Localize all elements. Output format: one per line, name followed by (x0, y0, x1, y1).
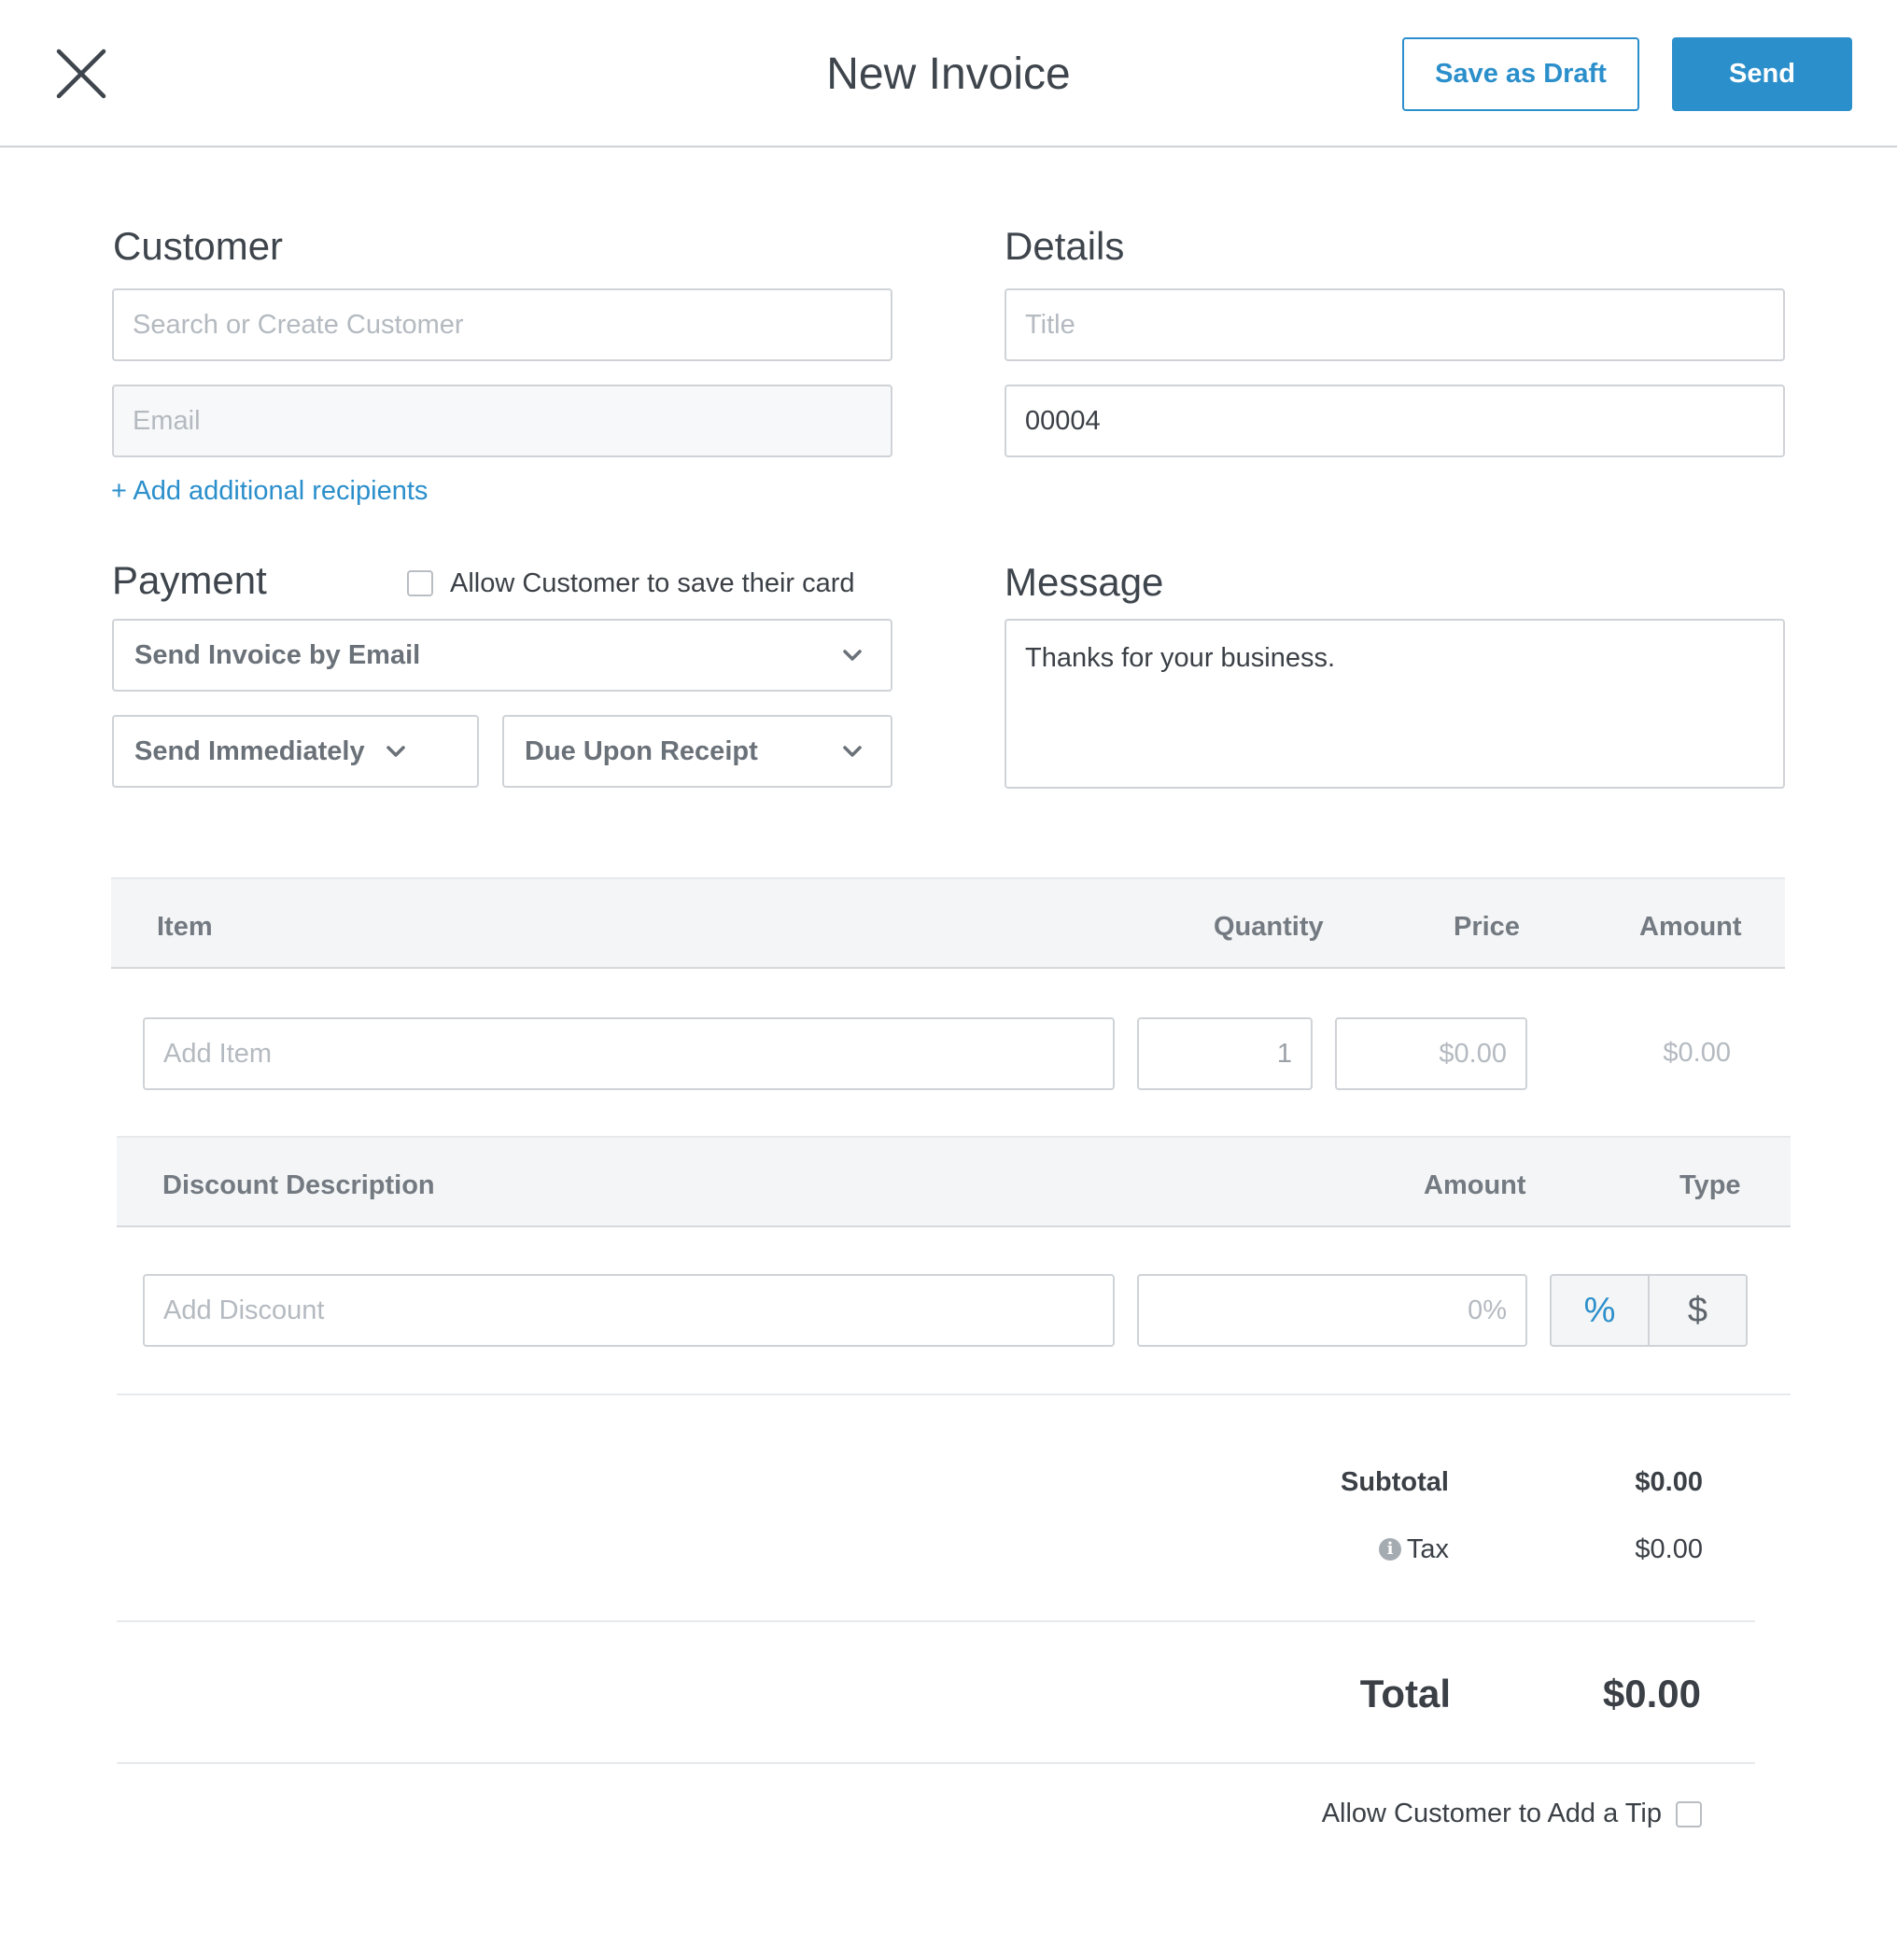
delivery-method-value: Send Invoice by Email (134, 639, 421, 670)
customer-email-input[interactable] (112, 385, 892, 457)
divider (117, 1762, 1755, 1764)
send-button[interactable]: Send (1672, 37, 1852, 111)
item-amount-value: $0.00 (1663, 1038, 1731, 1068)
message-text: Thanks for your business. (1025, 643, 1336, 673)
header-bar: New Invoice Save as Draft Send (0, 0, 1897, 147)
details-heading: Details (1005, 224, 1125, 268)
column-quantity: Quantity (1214, 912, 1324, 942)
message-heading: Message (1005, 560, 1164, 604)
column-discount-type: Type (1679, 1170, 1741, 1200)
tax-info-icon[interactable]: i (1379, 1538, 1401, 1561)
column-amount: Amount (1639, 912, 1742, 942)
customer-heading: Customer (113, 224, 284, 268)
send-timing-value: Send Immediately (134, 735, 365, 766)
invoice-title-input[interactable] (1005, 288, 1785, 361)
add-discount-input[interactable] (143, 1274, 1115, 1347)
customer-search-input[interactable] (112, 288, 892, 361)
column-item: Item (157, 912, 213, 942)
save-as-draft-button[interactable]: Save as Draft (1402, 37, 1639, 111)
discount-table-header: Discount Description Amount Type (117, 1136, 1791, 1227)
percent-type-button[interactable]: % (1552, 1276, 1650, 1345)
due-terms-select[interactable]: Due Upon Receipt (502, 715, 892, 788)
discount-amount-input[interactable] (1137, 1274, 1527, 1347)
add-item-input[interactable] (143, 1017, 1115, 1090)
discount-type-toggle: % $ (1550, 1274, 1748, 1347)
tip-checkbox[interactable] (1676, 1801, 1702, 1827)
message-textarea[interactable]: Thanks for your business. (1005, 619, 1785, 789)
items-table-header: Item Quantity Price Amount (111, 877, 1785, 969)
column-discount-description: Discount Description (162, 1170, 435, 1200)
send-timing-select[interactable]: Send Immediately (112, 715, 479, 788)
quantity-input[interactable] (1137, 1017, 1313, 1090)
due-terms-value: Due Upon Receipt (525, 735, 758, 766)
tip-label: Allow Customer to Add a Tip (1321, 1799, 1662, 1828)
total-value: $0.00 (1602, 1672, 1701, 1715)
price-input[interactable] (1335, 1017, 1527, 1090)
total-label: Total (1359, 1672, 1451, 1715)
subtotal-value: $0.00 (1635, 1467, 1703, 1497)
dollar-type-button[interactable]: $ (1650, 1276, 1746, 1345)
chevron-down-icon (386, 746, 405, 757)
invoice-number-input[interactable] (1005, 385, 1785, 457)
add-recipients-link[interactable]: + Add additional recipients (111, 476, 428, 507)
save-card-checkbox[interactable] (407, 570, 433, 596)
chevron-down-icon (843, 650, 862, 661)
column-discount-amount: Amount (1424, 1170, 1526, 1200)
payment-heading: Payment (112, 558, 267, 602)
column-price: Price (1454, 912, 1520, 942)
divider (117, 1620, 1755, 1622)
save-card-label: Allow Customer to save their card (450, 568, 855, 598)
chevron-down-icon (843, 746, 862, 757)
subtotal-label: Subtotal (1341, 1467, 1449, 1497)
tax-label: Tax (1406, 1534, 1449, 1564)
divider (117, 1393, 1791, 1395)
tax-value: $0.00 (1635, 1534, 1703, 1564)
delivery-method-select[interactable]: Send Invoice by Email (112, 619, 892, 692)
